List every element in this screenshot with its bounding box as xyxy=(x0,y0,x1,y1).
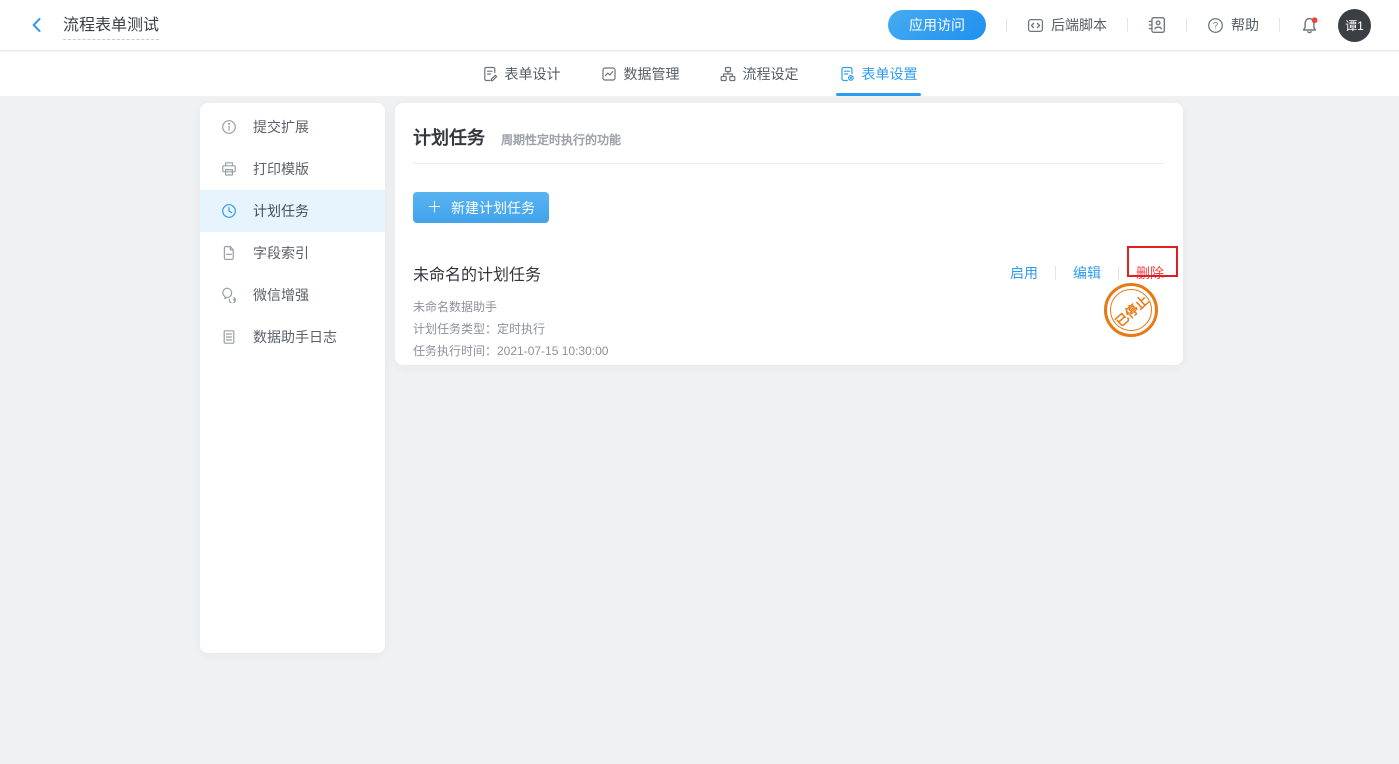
tab-form-design[interactable]: 表单设计 xyxy=(481,52,562,96)
divider xyxy=(1279,18,1280,32)
sidebar-item-label: 打印模版 xyxy=(253,159,309,179)
panel-title: 计划任务 xyxy=(413,124,485,150)
address-book-icon xyxy=(1148,16,1166,34)
settings-sidebar: 提交扩展 打印模版 计划任务 字段索引 微信增强 数据助手日志 xyxy=(200,103,385,653)
app-header: 流程表单测试 应用访问 后端脚本 ? 帮助 xyxy=(0,0,1399,51)
log-list-icon xyxy=(221,329,237,345)
scheduled-tasks-panel: 计划任务 周期性定时执行的功能 ＋ 新建计划任务 未命名的计划任务 启用 编辑 … xyxy=(395,103,1183,365)
sidebar-item-label: 数据助手日志 xyxy=(253,327,337,347)
back-chevron-icon xyxy=(28,16,46,34)
page-title[interactable]: 流程表单测试 xyxy=(63,11,159,40)
notifications-button[interactable] xyxy=(1300,16,1319,35)
tab-workflow-settings[interactable]: 流程设定 xyxy=(719,52,800,96)
wechat-icon xyxy=(221,287,237,303)
divider xyxy=(413,163,1164,164)
task-row: 未命名的计划任务 启用 编辑 删除 xyxy=(413,261,1164,285)
svg-text:?: ? xyxy=(1213,20,1218,31)
form-tabbar: 表单设计 数据管理 流程设定 表单设置 xyxy=(0,52,1399,96)
task-exec-time: 任务执行时间：2021-07-15 10:30:00 xyxy=(413,340,1164,362)
divider xyxy=(1186,18,1187,32)
help-button[interactable]: ? 帮助 xyxy=(1207,15,1259,35)
workflow-icon xyxy=(720,66,736,82)
sidebar-item-label: 提交扩展 xyxy=(253,117,309,137)
sidebar-item-field-index[interactable]: 字段索引 xyxy=(200,232,385,274)
info-icon xyxy=(221,119,237,135)
sidebar-item-label: 微信增强 xyxy=(253,285,309,305)
tab-data-management[interactable]: 数据管理 xyxy=(600,52,681,96)
help-label: 帮助 xyxy=(1231,15,1259,35)
tab-form-settings[interactable]: 表单设置 xyxy=(838,52,919,96)
divider xyxy=(1055,266,1056,280)
new-task-button-label: 新建计划任务 xyxy=(451,198,535,218)
app-access-button[interactable]: 应用访问 xyxy=(888,10,986,40)
header-right: 应用访问 后端脚本 ? 帮助 谭1 xyxy=(888,9,1371,42)
task-name: 未命名的计划任务 xyxy=(413,261,541,285)
sidebar-item-print-template[interactable]: 打印模版 xyxy=(200,148,385,190)
tab-label: 数据管理 xyxy=(624,64,680,84)
tab-label: 表单设计 xyxy=(505,64,561,84)
enable-task-link[interactable]: 启用 xyxy=(1010,263,1038,283)
divider xyxy=(1127,18,1128,32)
panel-subtitle: 周期性定时执行的功能 xyxy=(501,131,621,148)
task-actions: 启用 编辑 删除 xyxy=(1010,263,1164,283)
plus-icon: ＋ xyxy=(427,200,442,215)
new-scheduled-task-button[interactable]: ＋ 新建计划任务 xyxy=(413,192,549,223)
task-type: 计划任务类型：定时执行 xyxy=(413,318,1164,340)
delete-task-link[interactable]: 删除 xyxy=(1136,263,1164,283)
stopped-stamp-text: 已停止 xyxy=(1110,290,1152,330)
sidebar-item-label: 字段索引 xyxy=(253,243,309,263)
task-assistant-name: 未命名数据助手 xyxy=(413,296,1164,318)
form-settings-icon xyxy=(839,66,855,82)
help-icon: ? xyxy=(1207,17,1224,34)
contacts-button[interactable] xyxy=(1148,16,1166,34)
sidebar-item-submit-extension[interactable]: 提交扩展 xyxy=(200,106,385,148)
sidebar-item-label: 计划任务 xyxy=(253,201,309,221)
bell-icon xyxy=(1300,16,1319,35)
tab-label: 表单设置 xyxy=(862,64,918,84)
panel-title-row: 计划任务 周期性定时执行的功能 xyxy=(413,103,1164,150)
edit-task-link[interactable]: 编辑 xyxy=(1073,263,1101,283)
back-button[interactable] xyxy=(28,16,46,34)
backend-script-button[interactable]: 后端脚本 xyxy=(1027,15,1107,35)
printer-icon xyxy=(221,161,237,177)
file-icon xyxy=(221,245,237,261)
clock-icon xyxy=(221,203,237,219)
sidebar-item-wechat-enhance[interactable]: 微信增强 xyxy=(200,274,385,316)
tab-label: 流程设定 xyxy=(743,64,799,84)
divider xyxy=(1006,18,1007,32)
header-left: 流程表单测试 xyxy=(28,11,159,40)
backend-script-label: 后端脚本 xyxy=(1051,15,1107,35)
avatar[interactable]: 谭1 xyxy=(1338,9,1371,42)
code-icon xyxy=(1027,17,1044,34)
sidebar-item-scheduled-tasks[interactable]: 计划任务 xyxy=(200,190,385,232)
divider xyxy=(1118,266,1119,280)
task-details: 未命名数据助手 计划任务类型：定时执行 任务执行时间：2021-07-15 10… xyxy=(413,296,1164,362)
sidebar-item-data-assistant-log[interactable]: 数据助手日志 xyxy=(200,316,385,358)
data-chart-icon xyxy=(601,66,617,82)
form-design-icon xyxy=(482,66,498,82)
